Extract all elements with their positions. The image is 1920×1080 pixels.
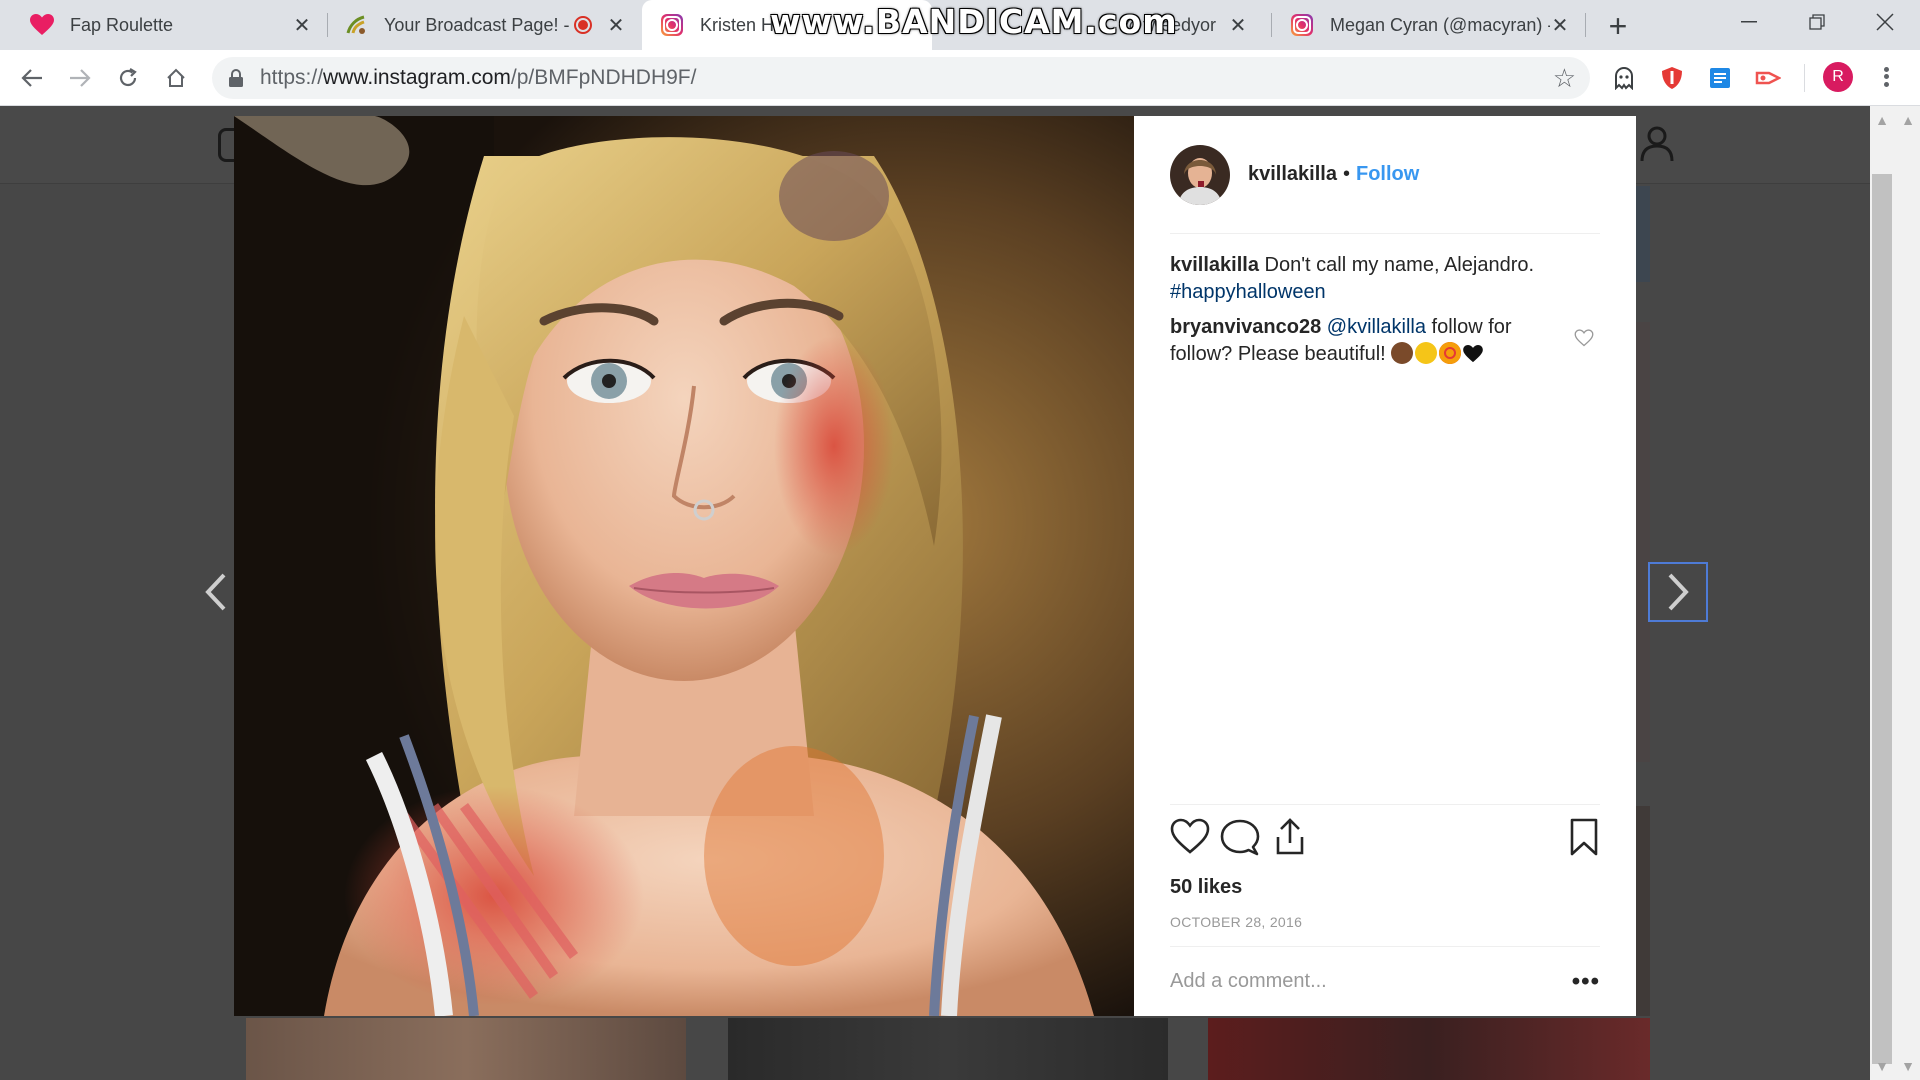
back-button[interactable] [14,60,50,96]
likes-count[interactable]: 50 likes [1170,876,1242,899]
scrollbar-thumb[interactable] [1872,174,1892,1064]
extension-cast-icon[interactable] [1754,64,1782,92]
tab-separator [1585,13,1586,37]
see-no-evil-monkey-icon [1391,342,1414,364]
follow-button[interactable]: Follow [1356,163,1419,186]
url-text: https://www.instagram.com/p/BMFpNDHDH9F/ [260,66,697,89]
post-photo[interactable] [234,116,1134,1016]
scroll-down-icon[interactable]: ▼ [1872,1056,1892,1076]
tab-broadcast[interactable]: Your Broadcast Page! - ✕ [330,0,640,50]
caption-username[interactable]: kvillakilla [1170,254,1259,276]
profile-icon [1640,126,1674,162]
restore-button[interactable] [1782,0,1852,44]
add-comment-box[interactable]: Add a comment... ••• [1170,946,1600,1016]
browser-menu-icon[interactable] [1876,62,1896,92]
profile-avatar[interactable]: R [1823,62,1853,92]
share-icon[interactable] [1270,817,1310,857]
black-heart-icon [1463,345,1484,363]
close-window-button[interactable] [1850,0,1920,44]
tab-strip: Fap Roulette ✕ Your Broadcast Page! - ✕ … [0,0,1920,50]
tab-title: Fap Roulette [70,14,174,35]
post-header: kvillakilla • Follow [1170,116,1600,234]
next-post-button[interactable] [1648,562,1708,622]
scroll-up-icon[interactable]: ▲ [1898,110,1918,130]
hashtag-link[interactable]: #happyhalloween [1170,281,1326,303]
bandicam-watermark: www.BANDICAM.com [770,2,1178,41]
separator-dot: • [1342,163,1350,185]
extension-ghost-icon[interactable] [1610,64,1638,92]
mention-link[interactable]: @kvillakilla [1327,316,1426,338]
page-viewport: kvillakilla • Follow kvillakilla Don't c… [0,106,1870,1080]
grid-thumbnail [1636,186,1650,282]
author-username[interactable]: kvillakilla [1248,163,1337,186]
author-avatar[interactable] [1170,144,1230,205]
grid-thumbnail [1636,322,1650,762]
toolbar-divider [1804,64,1805,92]
recording-icon [574,16,592,34]
scroll-up-icon[interactable]: ▲ [1872,110,1892,130]
heart-icon [30,13,54,37]
bookmark-star-icon[interactable]: ☆ [1553,65,1576,91]
tab-separator [327,13,328,37]
comment-input[interactable]: Add a comment... [1170,970,1572,993]
post-details-panel: kvillakilla • Follow kvillakilla Don't c… [1134,116,1636,1016]
extension-notes-icon[interactable] [1706,64,1734,92]
bookmark-icon[interactable] [1564,817,1604,857]
heart-icon[interactable] [1170,817,1210,857]
chevron-left-icon [205,573,226,611]
close-icon[interactable]: ✕ [1550,15,1570,37]
broadcast-icon [344,13,368,37]
caption-text: Don't call my name, Alejandro. [1258,254,1535,276]
grid-thumbnail [246,1018,686,1080]
caption: kvillakilla Don't call my name, Alejandr… [1170,252,1600,306]
grid-thumbnail [1636,806,1650,1016]
chevron-right-icon [1668,573,1689,611]
instagram-icon [1290,13,1314,37]
browser-toolbar: https://www.instagram.com/p/BMFpNDHDH9F/… [0,50,1920,106]
tab-fap-roulette[interactable]: Fap Roulette ✕ [0,0,326,50]
tab-title: Your Broadcast Page! - [384,14,570,35]
close-icon[interactable]: ✕ [606,15,626,37]
minimize-button[interactable] [1714,0,1784,44]
instagram-icon [660,13,684,37]
more-options-icon[interactable]: ••• [1572,968,1600,996]
address-bar[interactable]: https://www.instagram.com/p/BMFpNDHDH9F/… [212,57,1590,99]
like-comment-heart-icon[interactable] [1574,328,1594,348]
forward-button[interactable] [62,60,98,96]
close-icon[interactable]: ✕ [1228,15,1248,37]
grid-thumbnail [1208,1018,1650,1080]
grid-thumbnail [728,1018,1168,1080]
home-button[interactable] [158,60,194,96]
post-actions [1170,804,1600,875]
comment-username[interactable]: bryanvivanco28 [1170,316,1321,338]
post-date: OCTOBER 28, 2016 [1170,914,1303,930]
comment-icon[interactable] [1220,817,1260,857]
scroll-down-icon[interactable]: ▼ [1898,1056,1918,1076]
tab-separator [1271,13,1272,37]
reload-button[interactable] [110,60,146,96]
tab-megan-cyran[interactable]: Megan Cyran (@macyran) - ✕ [1274,0,1584,50]
heart-eyes-icon [1439,342,1462,364]
comments-list: kvillakilla Don't call my name, Alejandr… [1170,252,1600,376]
comment-item: bryanvivanco28 @kvillakilla follow for f… [1170,314,1600,368]
lock-icon [228,68,244,88]
page-scrollbar[interactable]: ▲ ▼ ▲ ▼ [1870,106,1920,1080]
flushed-face-icon [1415,342,1438,364]
close-icon[interactable]: ✕ [292,15,312,37]
extension-shield-icon[interactable] [1658,64,1686,92]
tab-title: Megan Cyran (@macyran) - [1330,14,1550,35]
new-tab-button[interactable]: + [1600,8,1636,44]
post-image [234,116,1134,1016]
